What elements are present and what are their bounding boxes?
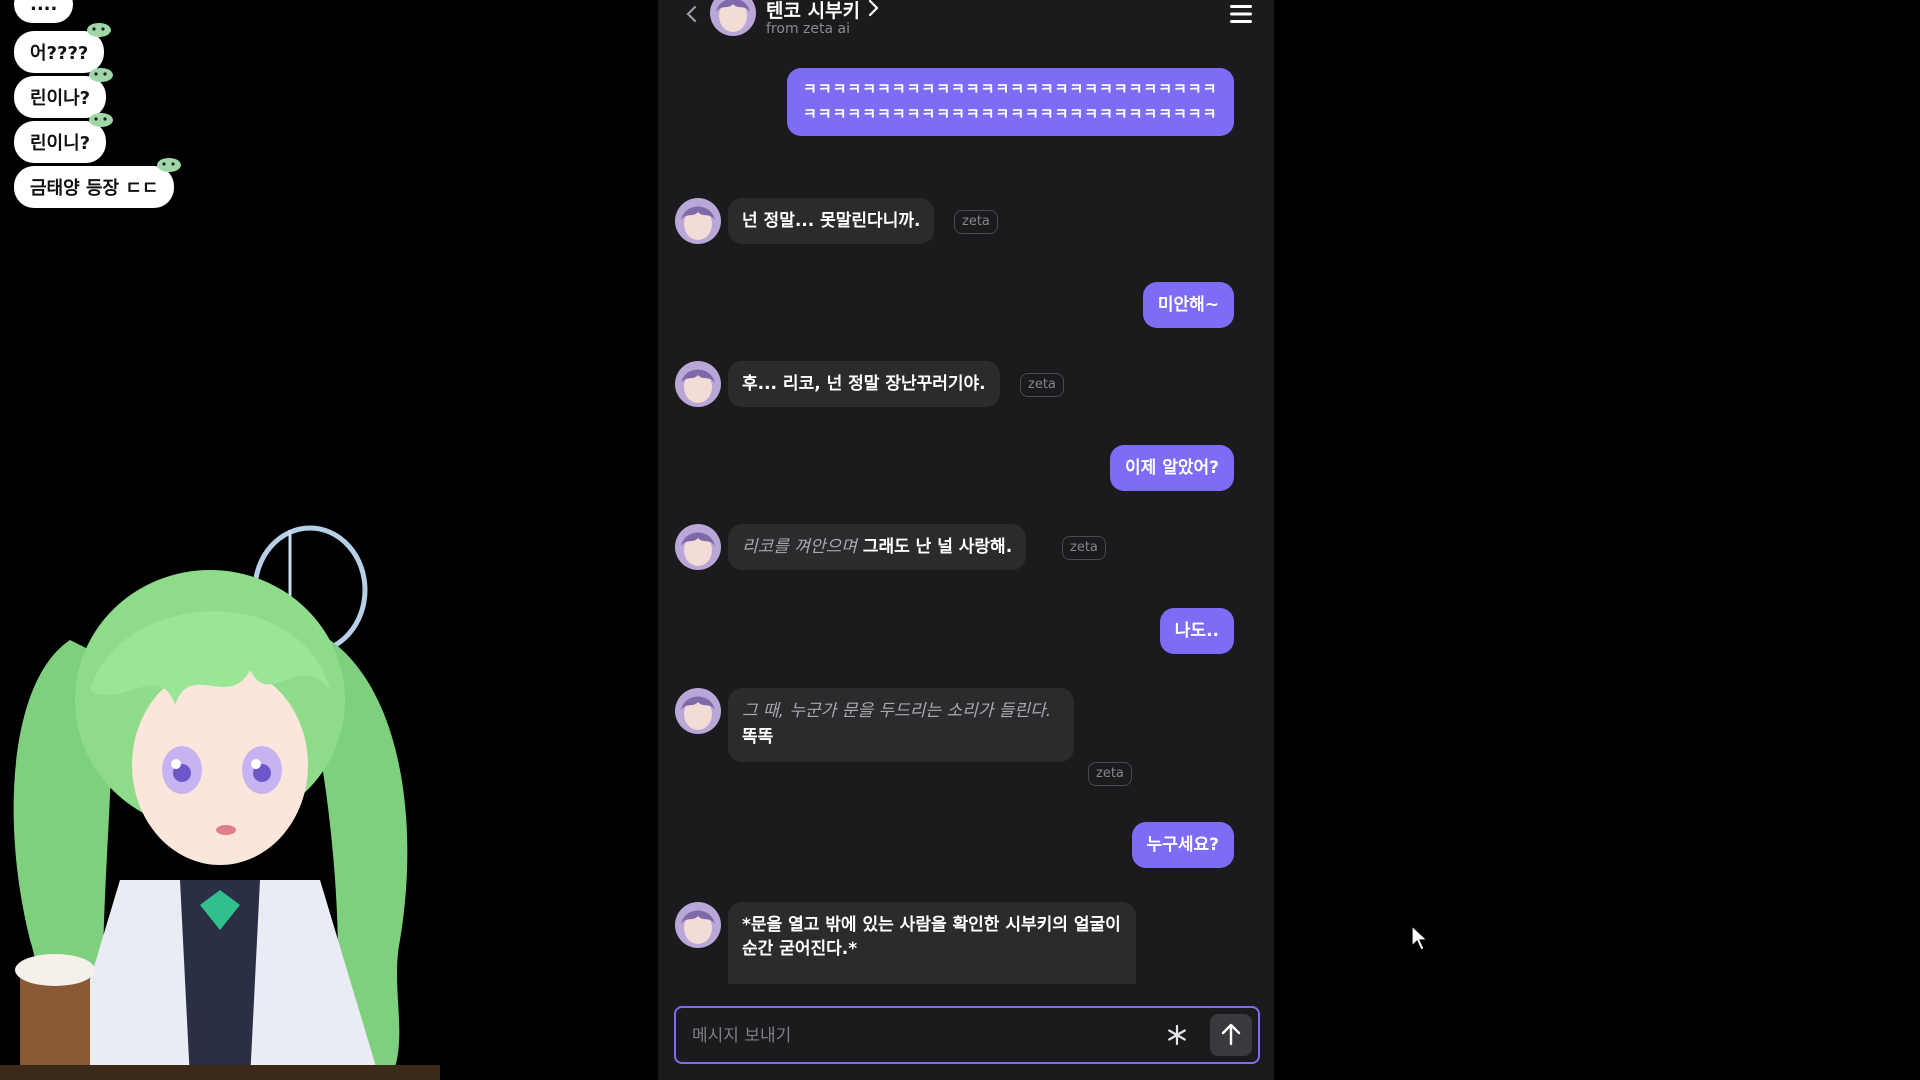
user-message: 이제 알았어? [1110,445,1234,491]
vtuber-avatar [0,525,440,1080]
ai-avatar[interactable] [675,198,721,244]
critter-icon [89,113,114,127]
critter-icon [157,158,182,172]
ai-message: 후... 리코, 넌 정말 장난꾸러기야. [728,361,1000,407]
user-message: 나도.. [1159,608,1234,654]
character-name[interactable]: 텐코 시부키 [766,0,860,23]
overlay-bubble: 금태양 등장 ㄷㄷ [14,158,182,208]
character-source: from zeta ai [766,21,850,37]
critter-icon [89,68,114,82]
message-input[interactable] [690,1008,1154,1064]
ai-message: 넌 정말... 못말린다니까. [728,198,935,244]
chevron-left-icon[interactable] [680,2,704,26]
chat-panel: 텐코 시부키 from zeta ai ㅋㅋㅋㅋㅋㅋㅋㅋㅋㅋㅋㅋㅋㅋㅋㅋㅋㅋㅋㅋ… [658,0,1274,1080]
overlay-bubble: 린이니? [14,113,114,163]
ai-avatar[interactable] [675,902,721,948]
hamburger-menu-icon[interactable] [1230,4,1252,24]
model-tag: zeta [1088,762,1132,786]
ai-avatar[interactable] [675,524,721,570]
message-list[interactable]: ㅋㅋㅋㅋㅋㅋㅋㅋㅋㅋㅋㅋㅋㅋㅋㅋㅋㅋㅋㅋㅋㅋㅋㅋㅋㅋㅋㅋㅋㅋㅋㅋㅋㅋㅋㅋㅋㅋㅋㅋ… [658,68,1274,986]
send-button[interactable] [1210,1014,1252,1056]
overlay-bubble: .... [14,0,74,23]
mouse-cursor-icon [1411,924,1429,951]
message-composer [674,1006,1260,1064]
chevron-right-icon[interactable] [864,0,882,18]
model-tag: zeta [1062,536,1106,560]
user-message: 미안해~ [1142,282,1234,328]
model-tag: zeta [1020,373,1064,397]
ai-message: 그 때, 누군가 문을 두드리는 소리가 들린다. 똑똑 [728,688,1074,762]
asterisk-icon[interactable] [1166,1024,1188,1046]
character-avatar[interactable] [710,0,756,36]
ai-message: *문을 열고 밖에 있는 사람을 확인한 시부키의 얼굴이 순간 굳어진다.* [728,902,1136,984]
user-message: ㅋㅋㅋㅋㅋㅋㅋㅋㅋㅋㅋㅋㅋㅋㅋㅋㅋㅋㅋㅋㅋㅋㅋㅋㅋㅋㅋㅋㅋㅋㅋㅋㅋㅋㅋㅋㅋㅋㅋㅋ… [787,68,1234,136]
action-text: 그 때, 누군가 문을 두드리는 소리가 들린다. [742,701,1052,721]
ai-avatar[interactable] [675,688,721,734]
arrow-up-icon [1221,1023,1241,1046]
action-text: 리코를 껴안으며 [742,537,857,557]
chat-header: 텐코 시부키 from zeta ai [658,0,1274,48]
ai-avatar[interactable] [675,361,721,407]
user-message: 누구세요? [1131,822,1234,868]
overlay-chat: .... 어???? 린이나? 린이니? 금태양 등장 ㄷㄷ [14,0,214,211]
ai-message: 리코를 껴안으며 그래도 난 널 사랑해. [728,524,1027,570]
critter-icon [87,23,112,37]
model-tag: zeta [954,210,998,234]
